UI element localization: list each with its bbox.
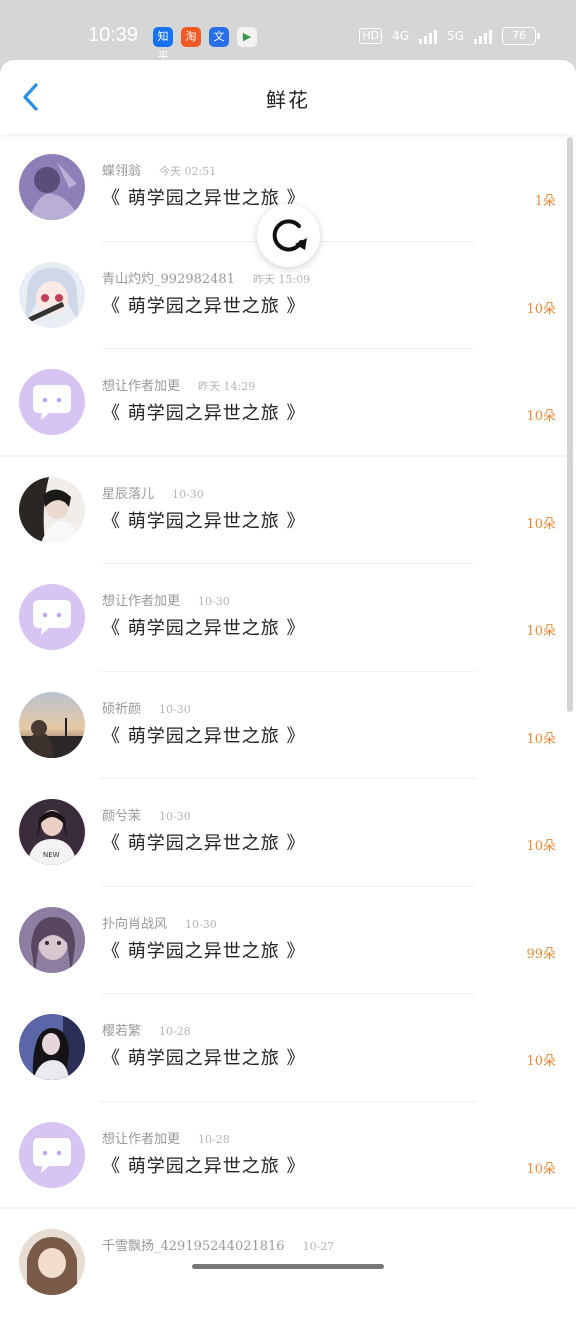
sender-line: 蝶翎翁 今天 02:51 xyxy=(102,160,216,179)
user-avatar[interactable] xyxy=(19,1229,85,1295)
gift-time: 10-30 xyxy=(198,595,230,608)
home-indicator[interactable] xyxy=(192,1264,384,1269)
status-time: 10:39 xyxy=(88,24,139,46)
flower-count: 10朵 xyxy=(526,301,556,317)
book-title: 《 萌学园之异世之旅 》 xyxy=(102,940,306,962)
default-avatar[interactable] xyxy=(19,369,85,435)
sender-name: 硕祈颜 xyxy=(102,701,142,717)
sender-name: 想让作者加更 xyxy=(102,594,181,609)
battery-icon: 76 xyxy=(502,27,540,45)
sender-line: 颜兮茉 10-30 xyxy=(102,805,191,824)
flower-count: 10朵 xyxy=(526,1161,556,1177)
flower-count: 10朵 xyxy=(526,409,556,424)
signal-icon xyxy=(419,28,438,44)
user-avatar[interactable] xyxy=(19,906,85,973)
list-item[interactable]: 扑向肖战风 10-30 《 萌学园之异世之旅 》 99朵 xyxy=(0,887,576,994)
gift-time: 10-30 xyxy=(185,917,217,931)
gift-time: 今天 02:51 xyxy=(159,165,217,178)
gift-time: 10-30 xyxy=(172,487,204,501)
flower-count: 10朵 xyxy=(526,1054,556,1069)
gift-time: 10-30 xyxy=(159,702,191,716)
flower-count: 99朵 xyxy=(526,946,556,962)
sender-name: 想让作者加更 xyxy=(102,1131,181,1147)
sender-line: 硕祈颜 10-30 xyxy=(102,698,191,717)
list-item[interactable]: 想让作者加更 10-30 《 萌学园之异世之旅 》 10朵 xyxy=(0,564,576,672)
book-title: 《 萌学园之异世之旅 》 xyxy=(102,295,306,317)
list-item[interactable]: 想让作者加更 昨天 14:29 《 萌学园之异世之旅 》 10朵 xyxy=(0,349,576,457)
sender-name: 扑向肖战风 xyxy=(102,916,168,932)
sender-line: 想让作者加更 10-28 xyxy=(102,1128,230,1147)
hd-badge: HD xyxy=(359,28,383,44)
gift-time: 10-28 xyxy=(159,1025,191,1038)
sender-name: 颜兮茉 xyxy=(102,809,142,824)
svg-text:NEW: NEW xyxy=(43,851,60,859)
taobao-app-icon: 淘 xyxy=(181,27,201,47)
flower-count: 1朵 xyxy=(534,194,556,209)
sender-line: 想让作者加更 10-30 xyxy=(102,590,230,609)
chat-bubble-icon xyxy=(33,600,71,635)
user-avatar[interactable] xyxy=(19,1014,85,1080)
sender-line: 星辰落儿 10-30 xyxy=(102,483,204,502)
sender-line: 想让作者加更 昨天 14:29 xyxy=(102,375,255,394)
list-item[interactable]: 千雪飘扬_429195244021816 10-27 xyxy=(0,1209,576,1317)
refresh-spinner xyxy=(257,204,320,267)
sender-line: 樱若繁 10-28 xyxy=(102,1020,191,1039)
user-avatar[interactable] xyxy=(19,476,85,543)
network-5g-label: 5G xyxy=(447,29,464,43)
chat-bubble-icon xyxy=(33,1137,71,1173)
list-item[interactable]: NEW 颜兮茉 10-30 《 萌学园之异世之旅 》 10朵 xyxy=(0,779,576,887)
book-title: 《 萌学园之异世之旅 》 xyxy=(102,1155,306,1177)
sender-name: 想让作者加更 xyxy=(102,379,181,394)
nav-bar: 鲜花 xyxy=(0,60,576,134)
signal-icon xyxy=(474,28,492,44)
gift-time: 10-28 xyxy=(198,1132,230,1146)
flower-count: 10朵 xyxy=(526,624,556,639)
book-title: 《 萌学园之异世之旅 》 xyxy=(102,510,306,532)
play-app-icon: ▶ xyxy=(237,27,257,47)
status-indicators: HD 4G 5G 76 xyxy=(359,27,540,45)
user-avatar[interactable] xyxy=(19,691,85,758)
network-4g-label: 4G xyxy=(392,29,410,43)
default-avatar[interactable] xyxy=(19,584,85,650)
sender-name: 樱若繁 xyxy=(102,1024,142,1039)
refresh-icon xyxy=(272,219,307,252)
list-item[interactable]: 星辰落儿 10-30 《 萌学园之异世之旅 》 10朵 xyxy=(0,457,576,564)
book-title: 《 萌学园之异世之旅 》 xyxy=(102,725,306,747)
book-title: 《 萌学园之异世之旅 》 xyxy=(102,833,306,854)
scrollbar[interactable] xyxy=(567,137,573,712)
sender-name: 千雪飘扬_429195244021816 xyxy=(102,1239,285,1254)
page-title: 鲜花 xyxy=(266,88,310,112)
book-title: 《 萌学园之异世之旅 》 xyxy=(102,1048,306,1069)
book-title: 《 萌学园之异世之旅 》 xyxy=(102,618,306,639)
list-item[interactable]: 想让作者加更 10-28 《 萌学园之异世之旅 》 10朵 xyxy=(0,1102,576,1209)
flower-count: 10朵 xyxy=(526,731,556,747)
user-avatar[interactable] xyxy=(19,154,85,220)
default-avatar[interactable] xyxy=(19,1121,85,1188)
sender-name: 蝶翎翁 xyxy=(102,164,142,179)
gift-time: 昨天 15:09 xyxy=(252,272,311,286)
zhihu-app-icon: 知乎 xyxy=(153,27,173,63)
book-title: 《 萌学园之异世之旅 》 xyxy=(102,403,306,424)
sender-name: 星辰落儿 xyxy=(102,486,155,502)
flower-count: 10朵 xyxy=(526,516,556,532)
user-avatar[interactable]: NEW xyxy=(19,799,85,865)
gift-time: 10-30 xyxy=(159,810,191,823)
gift-time: 10-27 xyxy=(302,1240,335,1253)
sender-line: 青山灼灼_992982481 昨天 15:09 xyxy=(102,268,310,287)
translate-app-icon: 文 xyxy=(209,27,229,47)
list-item[interactable]: 硕祈颜 10-30 《 萌学园之异世之旅 》 10朵 xyxy=(0,672,576,779)
list-item[interactable]: 樱若繁 10-28 《 萌学园之异世之旅 》 10朵 xyxy=(0,994,576,1102)
flower-count: 10朵 xyxy=(526,839,556,854)
sender-name: 青山灼灼_992982481 xyxy=(102,271,235,287)
flower-list: 蝶翎翁 今天 02:51 《 萌学园之异世之旅 》 1朵 青山灼灼_9929824… xyxy=(0,134,576,1317)
sender-line: 千雪飘扬_429195244021816 10-27 xyxy=(102,1235,334,1254)
gift-time: 昨天 14:29 xyxy=(198,380,256,393)
sender-line: 扑向肖战风 10-30 xyxy=(102,913,217,932)
chat-bubble-icon xyxy=(33,385,71,420)
user-avatar[interactable] xyxy=(19,261,85,328)
